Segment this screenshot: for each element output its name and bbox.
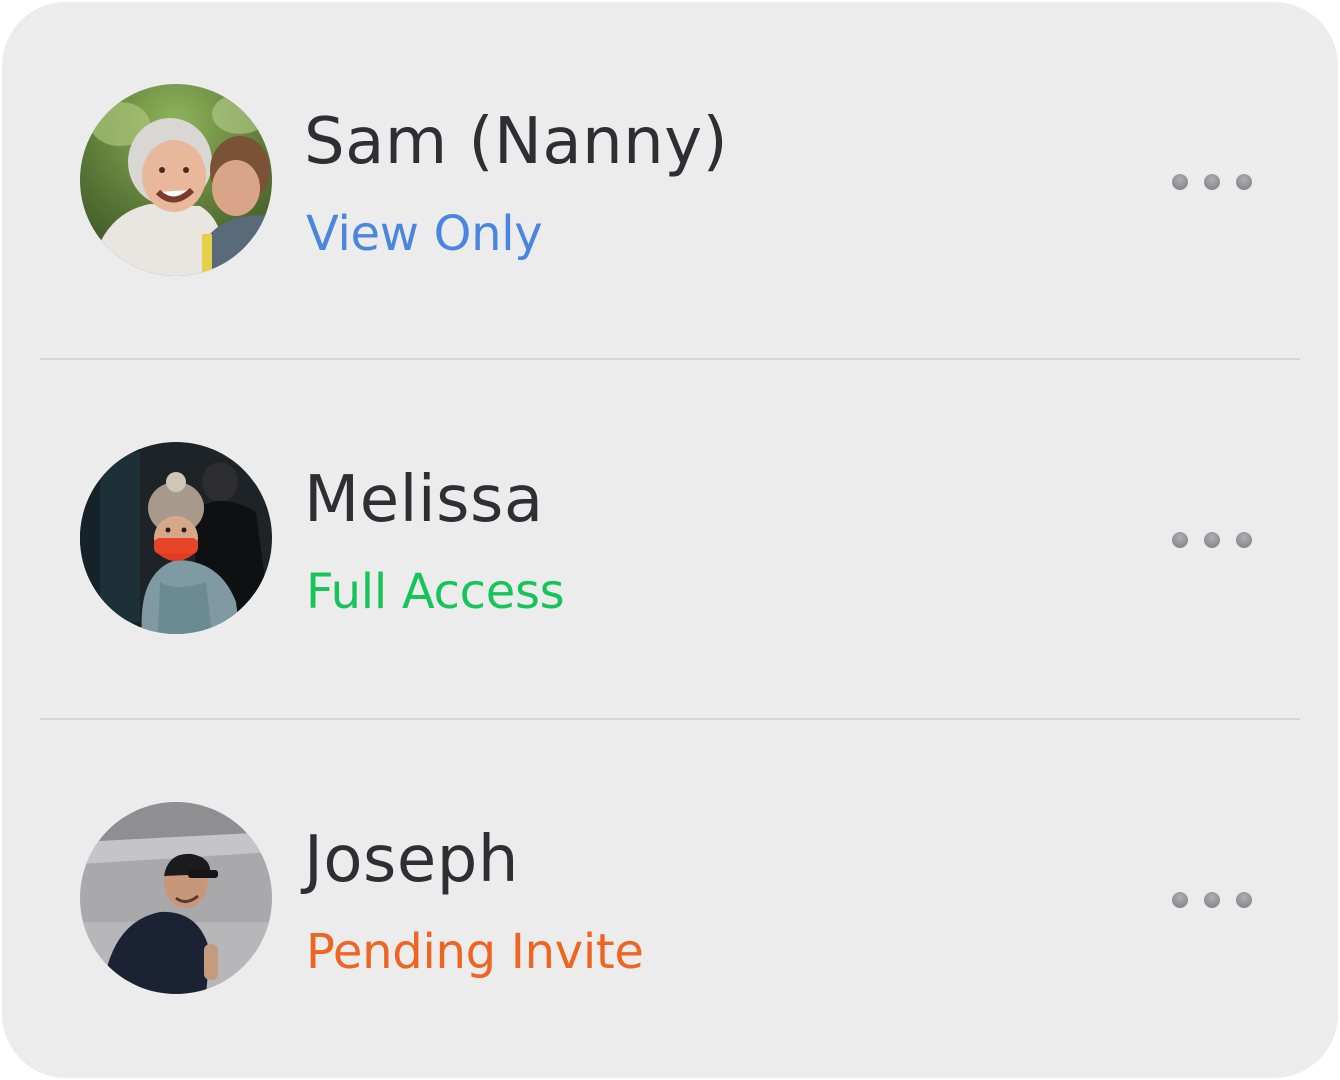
member-name: Joseph [304,823,519,897]
member-access-status: View Only [306,206,543,262]
more-horizontal-icon[interactable] [1162,880,1258,920]
member-avatar [80,802,272,994]
avatar-photo [80,84,272,276]
member-row-joseph[interactable]: Joseph Pending Invite [2,720,1338,1078]
member-row-melissa[interactable]: Melissa Full Access [2,360,1338,718]
more-horizontal-icon[interactable] [1162,162,1258,202]
member-name: Melissa [304,463,544,537]
member-avatar [80,84,272,276]
member-access-status: Full Access [306,564,565,620]
avatar-photo [80,442,272,634]
member-row-sam[interactable]: Sam (Nanny) View Only [2,2,1338,360]
more-horizontal-icon[interactable] [1162,520,1258,560]
member-access-status: Pending Invite [306,924,644,980]
avatar-photo [80,802,272,994]
member-name: Sam (Nanny) [304,105,729,179]
member-avatar [80,442,272,634]
members-card: Sam (Nanny) View Only Melissa Full Acces… [2,2,1338,1078]
